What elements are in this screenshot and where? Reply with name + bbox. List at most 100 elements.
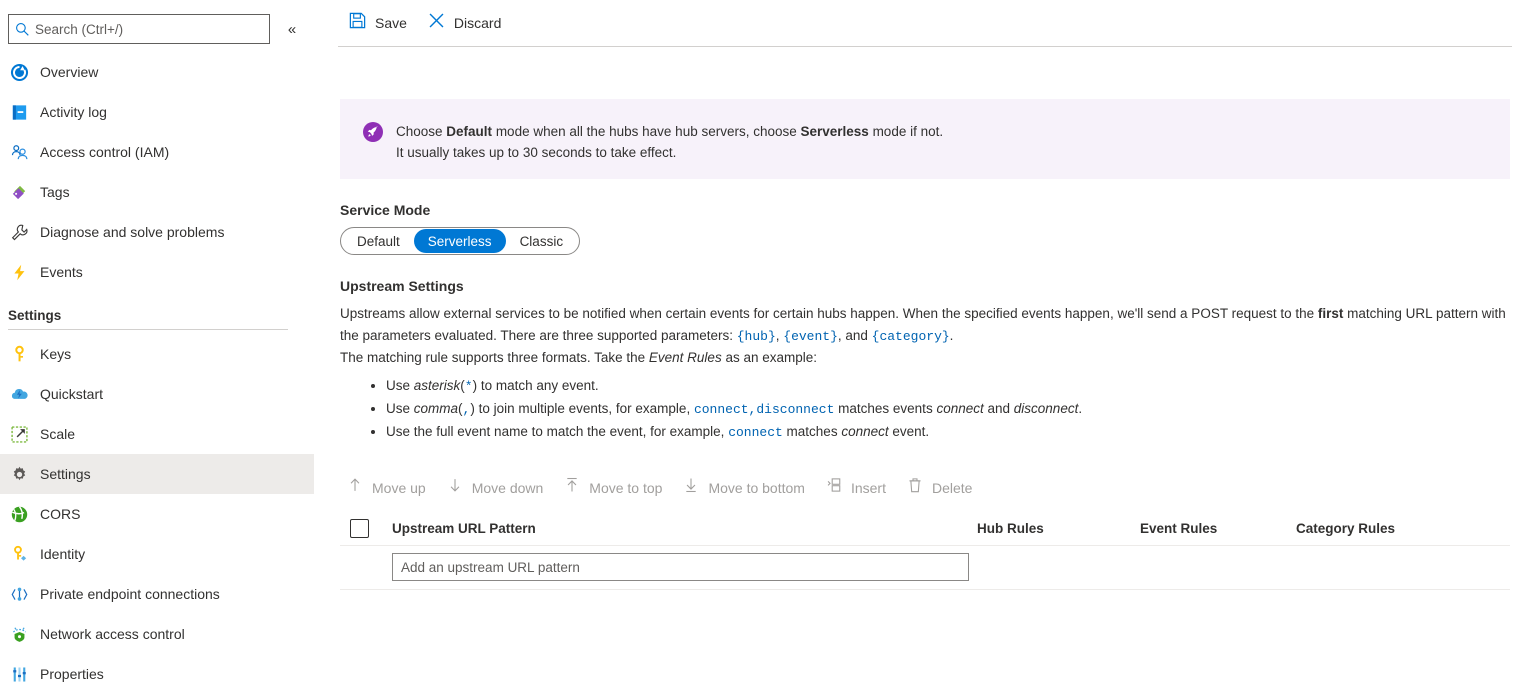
service-mode-option-classic[interactable]: Classic [506, 229, 578, 253]
service-mode-title: Service Mode [340, 202, 1522, 218]
search-icon [9, 22, 35, 37]
search-input[interactable] [35, 22, 269, 37]
upstream-url-pattern-input[interactable] [392, 553, 969, 581]
discard-button[interactable]: Discard [421, 6, 511, 40]
identity-icon [8, 543, 30, 565]
save-icon [348, 11, 367, 35]
overview-icon [8, 61, 30, 83]
rule-text: ) to join multiple events, for example, [470, 401, 694, 416]
rule-text: Use [386, 401, 414, 416]
table-header-row: Upstream URL Pattern Hub Rules Event Rul… [340, 512, 1510, 546]
sidebar-item-label: Settings [40, 466, 91, 482]
param-hub: {hub} [737, 329, 776, 344]
sidebar-item-label: CORS [40, 506, 80, 522]
rule-text: . [1078, 401, 1082, 416]
upstream-p2-a: The matching rule supports three formats… [340, 350, 649, 365]
search-box[interactable] [8, 14, 270, 44]
sidebar-item-identity[interactable]: Identity [0, 534, 330, 574]
column-header-category-rules[interactable]: Category Rules [1296, 521, 1510, 536]
move-down-label: Move down [472, 480, 544, 496]
service-mode-toggle[interactable]: Default Serverless Classic [340, 227, 580, 255]
sidebar-item-settings[interactable]: Settings [0, 454, 314, 494]
sidebar-search-row: « [0, 0, 330, 46]
sidebar-item-scale[interactable]: Scale [0, 414, 330, 454]
sidebar-item-network-access-control[interactable]: Network access control [0, 614, 330, 654]
wrench-icon [8, 221, 30, 243]
sidebar-item-label: Quickstart [40, 386, 103, 402]
sidebar-item-cors[interactable]: CORS [0, 494, 330, 534]
param-category: {category} [872, 329, 950, 344]
properties-icon [8, 663, 30, 685]
sidebar-item-activity-log[interactable]: Activity log [0, 92, 330, 132]
delete-button[interactable]: Delete [900, 471, 986, 505]
select-all-checkbox[interactable] [350, 519, 369, 538]
upstream-table: Upstream URL Pattern Hub Rules Event Rul… [330, 512, 1522, 590]
rule-text: ) to match any event. [473, 378, 599, 393]
move-down-button[interactable]: Move down [440, 471, 558, 505]
banner-serverless-word: Serverless [801, 124, 869, 139]
event-rules-emphasis: Event Rules [649, 350, 722, 365]
sidebar-primary-nav: Overview Activity log [0, 46, 330, 292]
sidebar-item-keys[interactable]: Keys [0, 334, 330, 374]
insert-label: Insert [851, 480, 886, 496]
select-all-cell [340, 519, 392, 538]
row-url-pattern-cell [392, 553, 977, 581]
sidebar-item-overview[interactable]: Overview [0, 52, 330, 92]
banner-line1-a: Choose [396, 124, 446, 139]
sidebar-item-label: Diagnose and solve problems [40, 224, 224, 240]
upstream-p2-c: as an example: [722, 350, 817, 365]
discard-label: Discard [454, 15, 501, 31]
rule-text: event. [889, 424, 930, 439]
sidebar-item-label: Scale [40, 426, 75, 442]
upstream-settings-title: Upstream Settings [340, 278, 1522, 294]
insert-icon [825, 476, 843, 499]
insert-button[interactable]: Insert [819, 471, 900, 505]
command-bar: Save Discard [330, 0, 1522, 46]
sidebar-item-events[interactable]: Events [0, 252, 330, 292]
column-header-event-rules[interactable]: Event Rules [1140, 521, 1296, 536]
scale-icon [8, 423, 30, 445]
sidebar-item-access-control[interactable]: Access control (IAM) [0, 132, 330, 172]
column-header-url-pattern[interactable]: Upstream URL Pattern [392, 521, 977, 536]
sidebar-item-label: Activity log [40, 104, 107, 120]
arrow-to-top-icon [563, 476, 581, 499]
save-label: Save [375, 15, 407, 31]
list-item: Use asterisk(*) to match any event. [386, 375, 1522, 398]
save-button[interactable]: Save [342, 6, 417, 40]
move-up-label: Move up [372, 480, 426, 496]
sidebar-item-label: Tags [40, 184, 70, 200]
move-up-button[interactable]: Move up [340, 471, 440, 505]
trash-icon [906, 476, 924, 499]
upstream-sep2: , and [838, 328, 872, 343]
move-to-bottom-label: Move to bottom [708, 480, 805, 496]
close-icon [427, 11, 446, 35]
rule-text: Use [386, 378, 414, 393]
sidebar-item-private-endpoint-connections[interactable]: Private endpoint connections [0, 574, 330, 614]
rule-text: matches [783, 424, 842, 439]
move-to-top-button[interactable]: Move to top [557, 471, 676, 505]
sidebar-settings-section: Settings [0, 292, 330, 330]
tags-icon [8, 181, 30, 203]
sidebar-item-diagnose[interactable]: Diagnose and solve problems [0, 212, 330, 252]
rule-emphasis: disconnect [1014, 401, 1079, 416]
grid-toolbar: Move up Move down [330, 470, 1522, 506]
service-mode-option-default[interactable]: Default [343, 229, 414, 253]
arrow-down-icon [446, 476, 464, 499]
collapse-sidebar-button[interactable]: « [276, 14, 308, 44]
rocket-icon [362, 121, 384, 148]
activity-log-icon [8, 101, 30, 123]
sidebar-item-properties[interactable]: Properties [0, 654, 330, 694]
sidebar-item-quickstart[interactable]: Quickstart [0, 374, 330, 414]
move-to-top-label: Move to top [589, 480, 662, 496]
sidebar-item-label: Properties [40, 666, 104, 682]
table-row [340, 546, 1510, 590]
column-header-hub-rules[interactable]: Hub Rules [977, 521, 1140, 536]
upstream-settings-section: Upstream Settings Upstreams allow extern… [330, 278, 1522, 444]
rule-emphasis: connect [936, 401, 983, 416]
quickstart-icon [8, 383, 30, 405]
sidebar-item-tags[interactable]: Tags [0, 172, 330, 212]
move-to-bottom-button[interactable]: Move to bottom [676, 471, 819, 505]
service-mode-section: Service Mode Default Serverless Classic [330, 202, 1522, 255]
info-banner-text: Choose Default mode when all the hubs ha… [396, 121, 943, 163]
service-mode-option-serverless[interactable]: Serverless [414, 229, 506, 253]
